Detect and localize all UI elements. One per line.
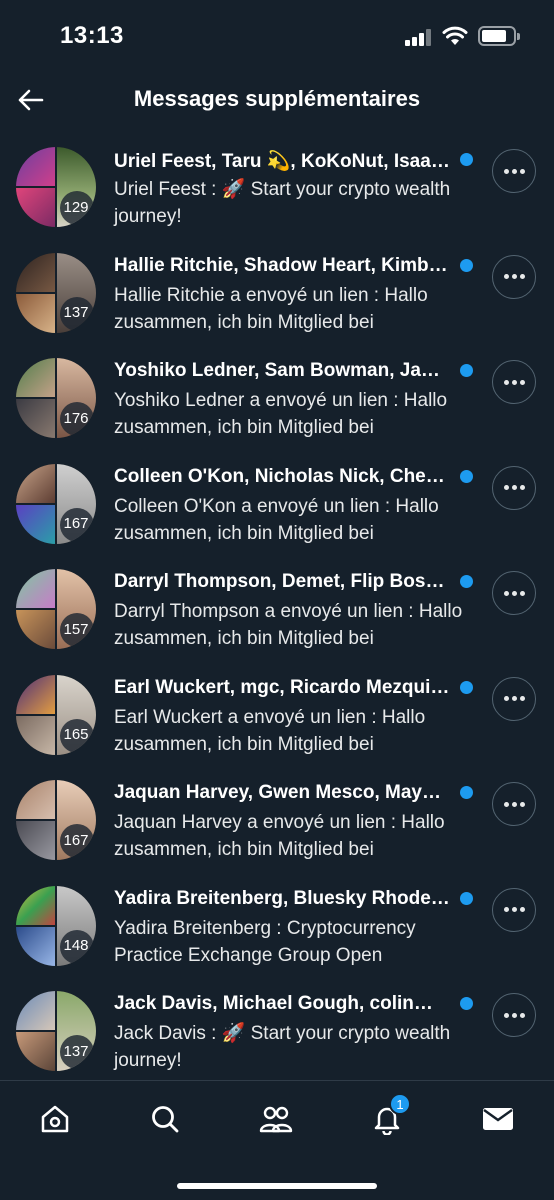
conversation-preview: Yadira Breitenberg : Cryptocurrency Prac… — [114, 917, 416, 966]
conversation-preview: Jaquan Harvey a envoyé un lien : Hallo z… — [114, 812, 445, 860]
member-count: 176 — [56, 398, 96, 438]
unread-indicator — [460, 469, 473, 483]
home-indicator — [177, 1183, 377, 1189]
conversation-preview: Jack Davis : 🚀 Start your crypto wealth … — [114, 1023, 451, 1071]
conversation-preview: Hallie Ritchie a envoyé un lien : Hallo … — [114, 284, 428, 333]
conversation-preview: Colleen O'Kon a envoyé un lien : Hallo z… — [114, 495, 439, 544]
member-count: 137 — [56, 293, 96, 333]
bottom-tab-bar: 1 — [0, 1080, 554, 1200]
conversation-row[interactable]: 157 Darryl Thompson, Demet, Flip Boss… D… — [0, 559, 554, 665]
status-bar: 13:13 — [0, 0, 554, 72]
cellular-signal-icon — [405, 28, 433, 46]
conversation-title: Earl Wuckert, mgc, Ricardo Mezquita… — [114, 676, 450, 698]
more-options-button[interactable] — [492, 887, 536, 932]
tab-home[interactable] — [33, 1097, 77, 1141]
member-count: 167 — [56, 504, 96, 544]
communities-icon — [259, 1106, 293, 1133]
tab-communities[interactable] — [254, 1097, 298, 1141]
envelope-icon — [483, 1108, 513, 1130]
conversation-title: Jaquan Harvey, Gwen Mesco, Maya… — [114, 782, 450, 803]
conversation-row[interactable]: 137 Jack Davis, Michael Gough, colin… Ja… — [0, 981, 554, 1087]
member-count: 148 — [56, 926, 96, 966]
unread-indicator — [460, 680, 473, 694]
more-options-button[interactable] — [492, 254, 536, 299]
conversation-list: 129 Uriel Feest, Taru 💫, KoKoNut, Isaac…… — [0, 137, 554, 1087]
unread-indicator — [460, 997, 473, 1010]
more-options-button[interactable] — [492, 360, 536, 404]
group-avatar: 148 — [16, 885, 96, 966]
conversation-row[interactable]: 167 Colleen O'Kon, Nicholas Nick, Cheryl… — [0, 454, 554, 560]
tab-search[interactable] — [143, 1097, 187, 1141]
header: Messages supplémentaires — [0, 72, 554, 128]
member-count: 165 — [56, 715, 96, 755]
more-options-button[interactable] — [492, 571, 536, 615]
conversation-row[interactable]: 165 Earl Wuckert, mgc, Ricardo Mezquita…… — [0, 665, 554, 771]
group-avatar: 167 — [16, 780, 96, 860]
conversation-row[interactable]: 167 Jaquan Harvey, Gwen Mesco, Maya… Jaq… — [0, 770, 554, 876]
page-title: Messages supplémentaires — [133, 86, 421, 111]
conversation-preview: Yoshiko Ledner a envoyé un lien : Hallo … — [114, 390, 448, 438]
conversation-title: Uriel Feest, Taru 💫, KoKoNut, Isaac… — [114, 151, 450, 172]
group-avatar: 137 — [16, 991, 96, 1071]
conversation-title: Yoshiko Ledner, Sam Bowman, Jason… — [114, 360, 450, 381]
status-time: 13:13 — [60, 22, 124, 49]
conversation-row[interactable]: 129 Uriel Feest, Taru 💫, KoKoNut, Isaac…… — [0, 137, 554, 243]
conversation-title: Yadira Breitenberg, Bluesky Rhodes… — [114, 887, 450, 909]
unread-indicator — [460, 891, 473, 905]
notifications-badge: 1 — [389, 1093, 411, 1115]
group-avatar: 129 — [16, 147, 96, 227]
conversation-row[interactable]: 148 Yadira Breitenberg, Bluesky Rhodes… … — [0, 876, 554, 982]
more-options-button[interactable] — [492, 465, 536, 510]
member-count: 167 — [56, 820, 96, 860]
conversation-preview: Darryl Thompson a envoyé un lien : Hallo… — [114, 601, 463, 649]
conversation-title: Jack Davis, Michael Gough, colin… — [114, 993, 433, 1014]
conversation-preview: Uriel Feest : 🚀 Start your crypto wealth… — [114, 179, 451, 227]
group-avatar: 165 — [16, 674, 96, 755]
group-avatar: 137 — [16, 252, 96, 333]
more-options-button[interactable] — [492, 782, 536, 826]
search-icon — [152, 1106, 179, 1133]
member-count: 157 — [56, 609, 96, 649]
more-options-button[interactable] — [492, 676, 536, 721]
battery-icon — [478, 26, 520, 46]
group-avatar: 167 — [16, 463, 96, 544]
tab-notifications[interactable]: 1 — [365, 1093, 411, 1141]
member-count: 129 — [56, 187, 96, 227]
conversation-row[interactable]: 137 Hallie Ritchie, Shadow Heart, Kimber… — [0, 243, 554, 349]
group-avatar: 176 — [16, 358, 96, 438]
member-count: 137 — [56, 1031, 96, 1071]
tab-messages[interactable] — [476, 1097, 520, 1141]
conversation-preview: Earl Wuckert a envoyé un lien : Hallo zu… — [114, 706, 426, 755]
group-avatar: 157 — [16, 569, 96, 649]
wifi-icon — [442, 26, 468, 45]
conversation-row[interactable]: 176 Yoshiko Ledner, Sam Bowman, Jason… Y… — [0, 348, 554, 454]
more-options-button[interactable] — [492, 993, 536, 1037]
home-icon — [41, 1105, 69, 1133]
unread-indicator — [460, 364, 473, 377]
unread-indicator — [460, 786, 473, 799]
unread-indicator — [460, 258, 473, 272]
conversation-title: Colleen O'Kon, Nicholas Nick, Cheryl… — [114, 465, 450, 487]
conversation-title: Darryl Thompson, Demet, Flip Boss… — [114, 571, 450, 592]
conversation-title: Hallie Ritchie, Shadow Heart, Kimberly… — [114, 254, 450, 276]
more-options-button[interactable] — [492, 149, 536, 193]
unread-indicator — [460, 153, 473, 166]
unread-indicator — [460, 575, 473, 588]
